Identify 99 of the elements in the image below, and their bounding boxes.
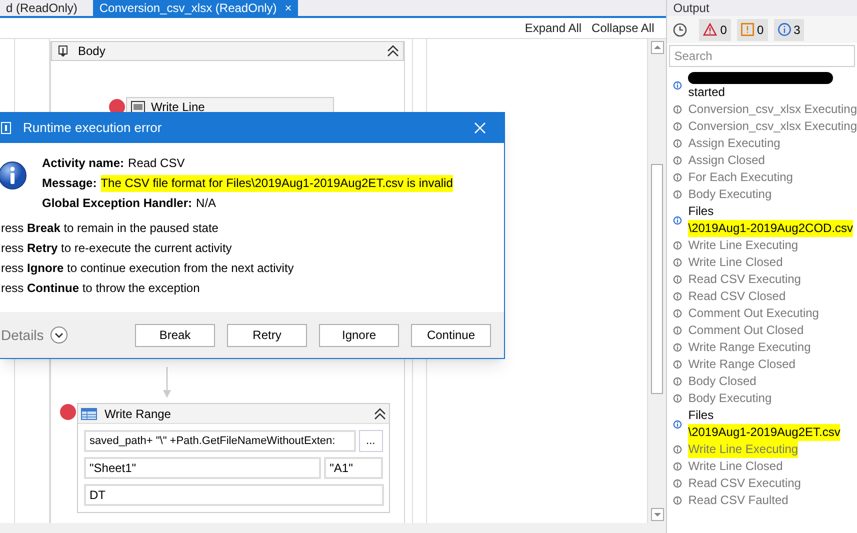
field-value: The CSV file format for Files\2019Aug1-2019Aug2ET.csv is invalid [100, 175, 453, 192]
warnings-filter[interactable]: 0 [736, 18, 768, 40]
log-entry: started [688, 84, 726, 101]
info-icon [673, 292, 682, 301]
info-icon [673, 479, 682, 488]
log-entry: Body Closed [688, 373, 756, 390]
toolbar-link[interactable]: Expand All [524, 19, 582, 37]
scroll-up-icon[interactable] [650, 41, 664, 54]
info-icon [673, 275, 682, 284]
dialog-button[interactable]: Ignore [319, 324, 399, 346]
info-icon [673, 105, 682, 114]
info-filter[interactable]: 3 [774, 18, 804, 40]
chevron-down-icon[interactable] [50, 326, 68, 344]
log-entry: Comment Out Executing [688, 305, 819, 322]
collapse-icon[interactable] [387, 45, 399, 57]
scroll-down-icon[interactable] [650, 508, 664, 521]
collapse-icon[interactable] [374, 408, 386, 420]
field-value: Read CSV [128, 155, 185, 172]
field-value: N/A [196, 195, 216, 212]
table-icon [80, 408, 96, 420]
scroll-thumb[interactable] [651, 164, 664, 394]
log-entry: Write Line Closed [688, 254, 783, 271]
info-icon [673, 377, 682, 386]
info-icon [673, 445, 682, 454]
info-icon [673, 309, 682, 318]
info-icon [673, 139, 682, 148]
horizontal-scrollbar[interactable] [0, 523, 666, 533]
errors-filter[interactable]: 0 [699, 18, 731, 40]
info-icon [673, 326, 682, 335]
info-icon [673, 394, 682, 403]
dialog-button[interactable]: Continue [411, 324, 491, 346]
instruction-text: ress Retry to re-execute the current activity [0, 240, 233, 257]
log-entry: Body Executing [688, 390, 772, 407]
log-entry: Read CSV Closed [688, 288, 786, 305]
document-tab[interactable]: Conversion_csv_xlsx (ReadOnly) × [93, 0, 298, 16]
field-label: Message: [42, 175, 97, 192]
browse-button[interactable]: ... [358, 430, 382, 452]
info-icon [673, 190, 682, 199]
log-entry: Assign Closed [688, 152, 765, 169]
log-entry: Write Line Closed [688, 458, 783, 475]
log-entry: Read CSV Executing [688, 475, 801, 492]
window-icon [1, 122, 11, 134]
input-field[interactable]: "A1" [324, 457, 382, 479]
log-entry: Files [688, 407, 715, 424]
info-icon [673, 496, 682, 505]
input-field[interactable]: saved_path+ "\" +Path.GetFileNameWithoutExten: [84, 430, 356, 452]
info-icon [673, 343, 682, 352]
dialog-button[interactable]: Retry [227, 324, 307, 346]
log-entry: Assign Executing [688, 135, 780, 152]
log-entry: For Each Executing [688, 169, 793, 186]
log-entry: Comment Out Closed [688, 322, 804, 339]
panel-title: Output [673, 0, 710, 16]
info-icon [673, 173, 682, 182]
info-icon [673, 122, 682, 131]
dialog-title: Runtime execution error [23, 119, 162, 138]
info-icon [673, 462, 682, 471]
activity-title: Write Line [151, 99, 205, 116]
close-icon[interactable]: × [284, 0, 292, 16]
log-entry: Write Range Executing [688, 339, 811, 356]
info-icon [673, 241, 682, 250]
field-label: Global Exception Handler: [42, 195, 192, 212]
activity-title: Write Range [104, 406, 172, 422]
info-icon [778, 23, 791, 36]
instruction-text: ress Continue to throw the exception [0, 280, 201, 297]
toolbar-link[interactable]: Collapse All [592, 19, 654, 37]
instruction-text: ress Break to remain in the paused state [0, 220, 220, 237]
warning-triangle-icon [703, 23, 718, 36]
log-entry: \2019Aug1-2019Aug2COD.csv [688, 220, 854, 237]
log-entry: Files [688, 203, 715, 220]
info-icon [673, 360, 682, 369]
exclamation-icon [740, 23, 754, 36]
details-toggle[interactable]: Details [0, 324, 44, 346]
log-entry: Conversion_csv_xlsx Executing [688, 101, 857, 118]
document-tab[interactable]: d (ReadOnly) [0, 0, 84, 16]
input-field[interactable]: "Sheet1" [84, 457, 321, 479]
activity-title: Body [78, 43, 106, 60]
flow-arrow [162, 367, 172, 399]
search-field[interactable]: Search [669, 45, 855, 67]
dialog-button[interactable]: Break [135, 324, 215, 346]
log-entry: Write Range Closed [688, 356, 796, 373]
log-entry: Conversion_csv_xlsx Executing [688, 118, 857, 135]
info-icon [673, 420, 682, 428]
log-entry: Write Line Executing [688, 441, 798, 458]
instruction-text: ress Ignore to continue execution from the next activity [0, 260, 295, 277]
info-icon [673, 81, 682, 90]
close-icon[interactable] [474, 122, 486, 134]
clock-icon[interactable] [673, 22, 688, 36]
console-icon [131, 101, 145, 113]
log-entry: Read CSV Faulted [688, 492, 788, 509]
field-label: Activity name: [42, 155, 124, 172]
log-entry: Write Line Executing [688, 237, 798, 254]
info-icon [673, 156, 682, 165]
log-entry: Read CSV Executing [688, 271, 801, 288]
info-icon [673, 216, 682, 224]
vertical-scrollbar[interactable] [648, 39, 666, 523]
sequence-icon [56, 44, 70, 58]
info-icon [673, 258, 682, 267]
log-entry: Body Executing [688, 186, 772, 203]
input-field[interactable]: DT [84, 484, 384, 506]
